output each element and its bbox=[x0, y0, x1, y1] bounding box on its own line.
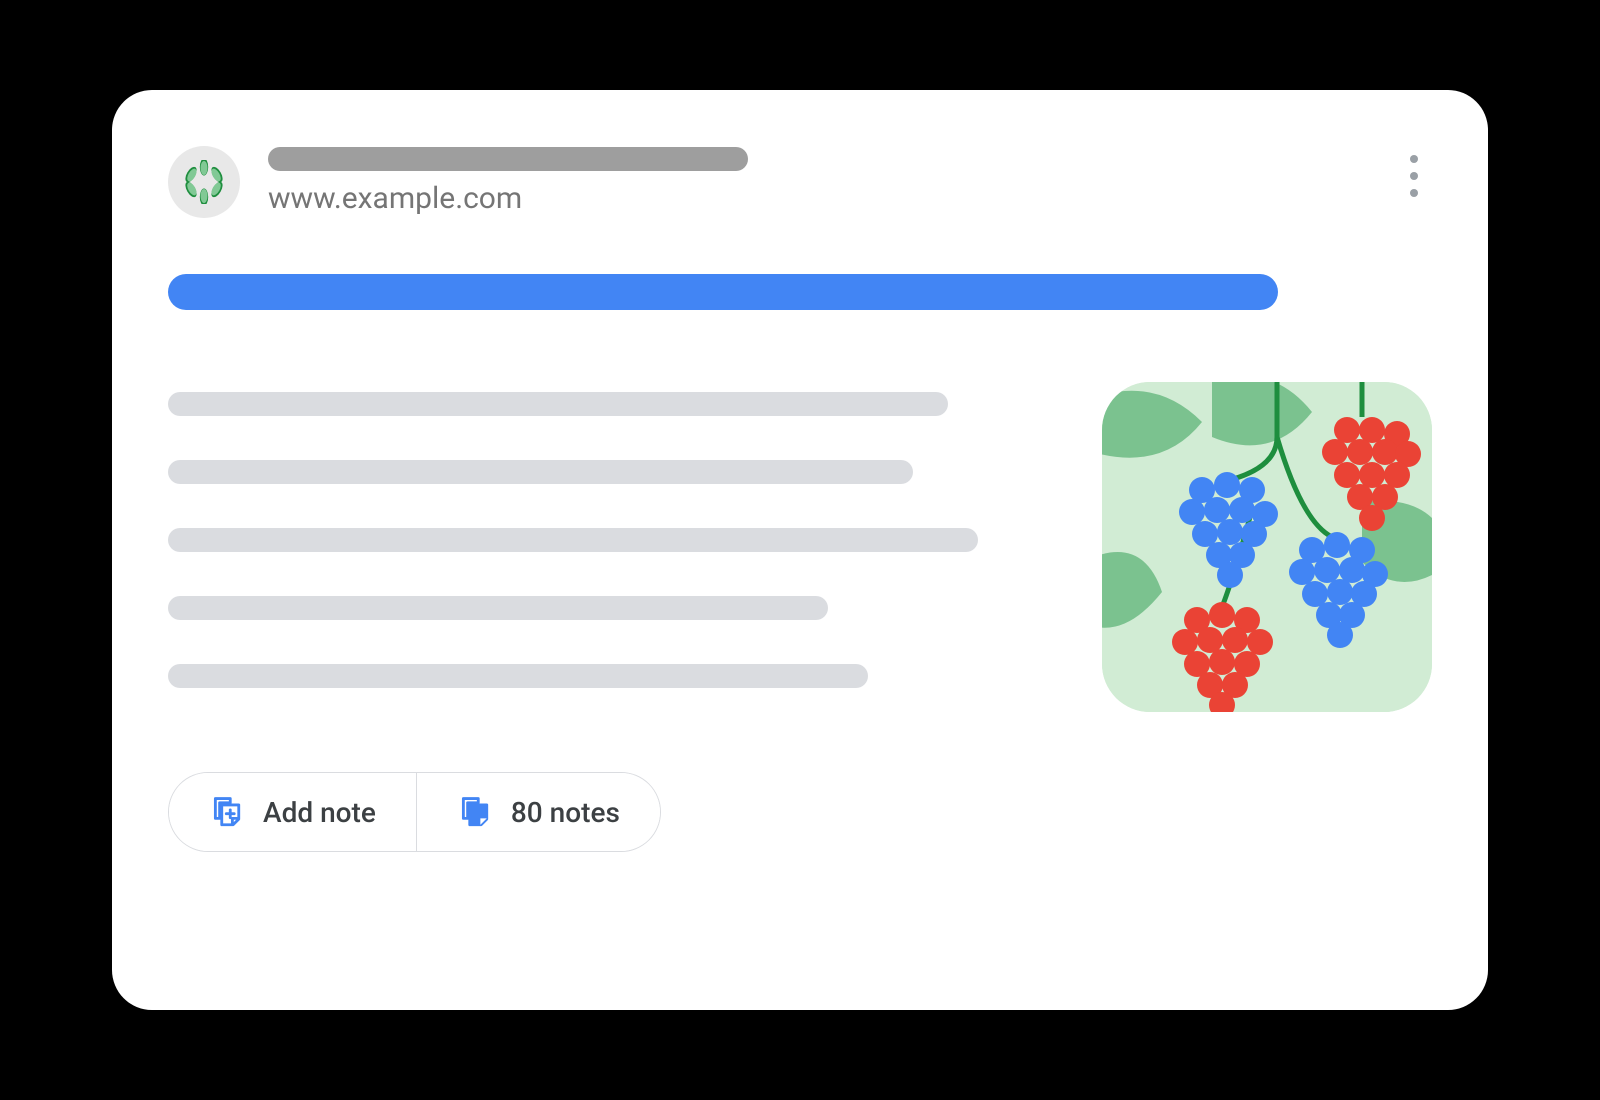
snippet-line bbox=[168, 392, 948, 416]
snippet-line bbox=[168, 596, 828, 620]
site-url: www.example.com bbox=[268, 181, 748, 217]
view-notes-button[interactable]: 80 notes bbox=[416, 773, 660, 851]
leaf-flower-icon bbox=[182, 160, 226, 204]
notes-action-group: Add note 80 notes bbox=[168, 772, 661, 852]
notes-icon bbox=[457, 795, 491, 829]
result-header: www.example.com bbox=[168, 146, 1432, 218]
note-add-icon bbox=[209, 795, 243, 829]
more-menu-button[interactable] bbox=[1396, 152, 1432, 200]
site-favicon bbox=[168, 146, 240, 218]
result-snippet bbox=[168, 382, 978, 688]
search-result-card: www.example.com bbox=[112, 90, 1488, 1010]
notes-count-label: 80 notes bbox=[511, 796, 620, 829]
berries-illustration-icon bbox=[1102, 382, 1432, 712]
snippet-line bbox=[168, 664, 868, 688]
add-note-label: Add note bbox=[263, 796, 376, 829]
result-body bbox=[168, 382, 1432, 712]
snippet-line bbox=[168, 460, 913, 484]
snippet-line bbox=[168, 528, 978, 552]
result-thumbnail bbox=[1102, 382, 1432, 712]
site-title-placeholder bbox=[268, 147, 748, 171]
site-info: www.example.com bbox=[268, 147, 748, 217]
result-title-placeholder[interactable] bbox=[168, 274, 1278, 310]
more-vertical-icon bbox=[1410, 155, 1418, 163]
add-note-button[interactable]: Add note bbox=[169, 773, 416, 851]
